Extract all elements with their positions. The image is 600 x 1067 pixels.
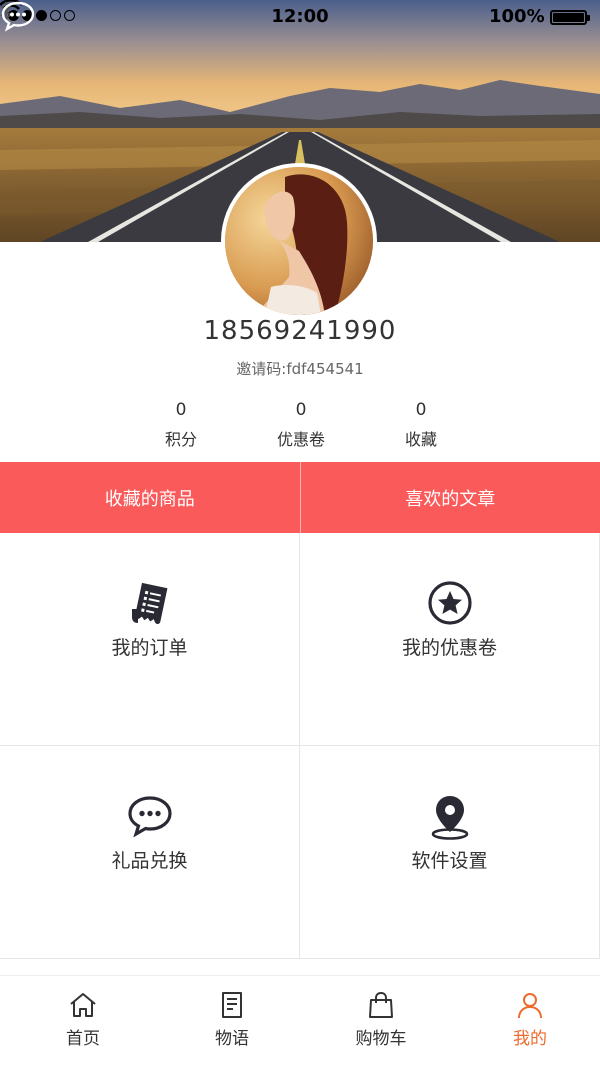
tab-liked-articles[interactable]: 喜欢的文章 xyxy=(301,462,600,533)
user-icon xyxy=(518,993,542,1019)
invite-code: 邀请码:fdf454541 xyxy=(236,360,364,378)
stat-label: 积分 xyxy=(164,430,197,449)
user-phone: 18569241990 xyxy=(203,316,397,346)
menu-item-settings[interactable]: 软件设置 xyxy=(300,746,600,959)
location-pin-icon xyxy=(431,796,468,840)
shopping-bag-icon xyxy=(369,991,393,1018)
star-circle-icon xyxy=(427,581,472,625)
tabbar-label: 物语 xyxy=(215,1029,249,1049)
chat-bubble-icon xyxy=(127,796,172,838)
tab-favorite-products[interactable]: 收藏的商品 xyxy=(0,462,300,533)
menu-item-my-coupons[interactable]: 我的优惠卷 xyxy=(300,533,600,746)
message-icon[interactable] xyxy=(0,0,36,32)
tabbar-item-mine[interactable]: 我的 xyxy=(480,990,580,1049)
status-bar: 12:00 100% xyxy=(0,0,600,34)
tabbar-label: 首页 xyxy=(66,1029,100,1049)
battery-percent: 100% xyxy=(489,6,545,27)
document-icon xyxy=(222,992,242,1018)
menu-item-label: 软件设置 xyxy=(411,850,488,872)
avatar[interactable] xyxy=(221,163,377,319)
stat-favorites[interactable]: 0 收藏 xyxy=(371,400,471,450)
battery-icon xyxy=(550,10,590,25)
home-icon xyxy=(70,993,96,1017)
menu-item-gift-exchange[interactable]: 礼品兑换 xyxy=(0,746,300,959)
stat-points[interactable]: 0 积分 xyxy=(131,400,231,450)
menu-grid: 我的订单 我的优惠卷 礼品兑换 软件设置 xyxy=(0,533,600,959)
favorites-tabs: 收藏的商品 喜欢的文章 xyxy=(0,462,600,533)
bottom-tab-bar: 首页 物语 购物车 我的 xyxy=(0,975,600,1067)
stat-label: 优惠卷 xyxy=(276,430,325,449)
stat-label: 收藏 xyxy=(404,430,437,449)
avatar-photo xyxy=(225,167,373,315)
receipt-icon xyxy=(131,582,167,625)
menu-item-label: 我的订单 xyxy=(111,637,188,659)
tabbar-label: 我的 xyxy=(513,1029,547,1049)
menu-item-label: 我的优惠卷 xyxy=(401,637,497,659)
tabbar-item-cart[interactable]: 购物车 xyxy=(331,990,431,1049)
tabbar-label: 购物车 xyxy=(355,1029,407,1049)
stat-value: 0 xyxy=(415,400,427,420)
menu-item-label: 礼品兑换 xyxy=(111,850,188,872)
stat-value: 0 xyxy=(295,400,307,420)
tabbar-item-stories[interactable]: 物语 xyxy=(182,990,282,1049)
stat-value: 0 xyxy=(175,400,187,420)
tabbar-item-home[interactable]: 首页 xyxy=(33,990,133,1049)
stat-coupons[interactable]: 0 优惠卷 xyxy=(251,400,351,450)
menu-item-my-orders[interactable]: 我的订单 xyxy=(0,533,300,746)
